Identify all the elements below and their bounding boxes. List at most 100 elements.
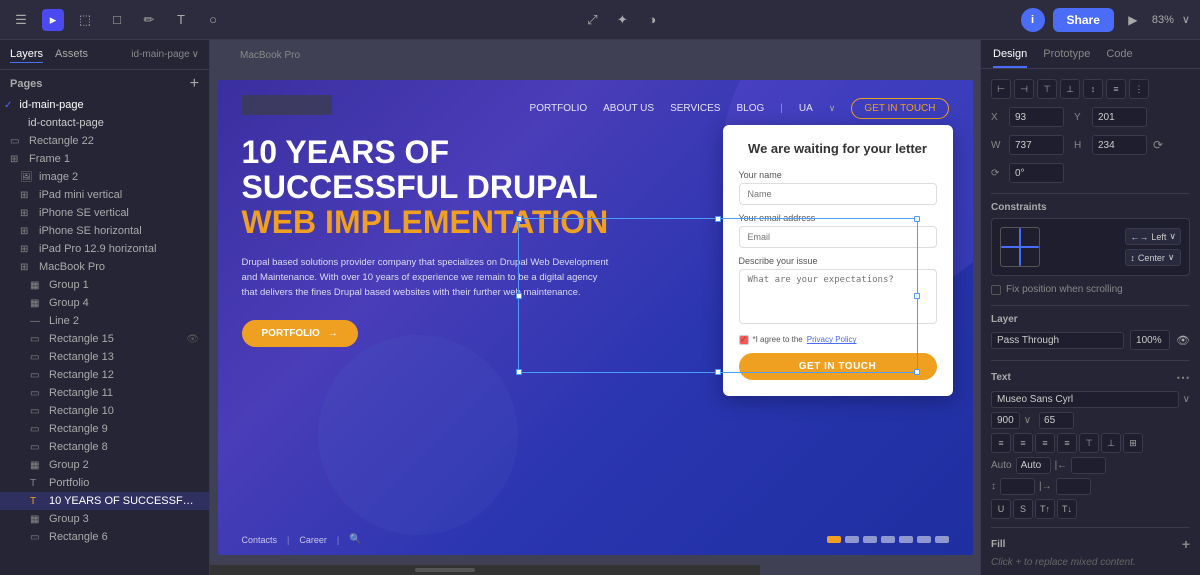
layer-ipad-pro[interactable]: ⊞iPad Pro 12.9 horizontal [0,240,209,258]
h-constraint[interactable]: ←→Left∨ [1125,228,1181,245]
y-input[interactable] [1092,107,1147,127]
visibility-toggle[interactable]: 👁 [1176,334,1190,347]
footer-contacts[interactable]: Contacts [242,535,278,545]
layer-rect10[interactable]: ▭Rectangle 10 [0,402,209,420]
add-fill-button[interactable]: + [1182,536,1190,552]
dot-3[interactable] [863,536,877,543]
add-page-button[interactable]: + [190,76,199,92]
v-constraint[interactable]: ↕Center∨ [1125,249,1181,266]
align-left[interactable]: ⊢ [991,79,1011,99]
nav-services[interactable]: SERVICES [670,103,720,114]
share-button[interactable]: Share [1053,8,1114,32]
layer-rect11[interactable]: ▭Rectangle 11 [0,384,209,402]
dot-1[interactable] [827,536,841,543]
line-height-input[interactable] [1016,457,1051,474]
layer-rect15[interactable]: ▭Rectangle 15 👁 [0,330,209,348]
nav-blog[interactable]: BLOG [736,103,764,114]
layer-iphone-se-v[interactable]: ⊞iPhone SE vertical [0,204,209,222]
text-align-left[interactable]: ≡ [991,433,1011,453]
para-spacing-input[interactable]: 0 [1000,478,1035,495]
text-align-right[interactable]: ≡ [1035,433,1055,453]
layer-macbook[interactable]: ⊞MacBook Pro [0,258,209,276]
dot-4[interactable] [881,536,895,543]
letter-spacing-input[interactable]: 0% [1071,457,1106,474]
text-valign-mid[interactable]: ⊥ [1101,433,1121,453]
resize-icon[interactable]: ⤢ [581,9,603,31]
align-right[interactable]: ⊤ [1037,79,1057,99]
dot-2[interactable] [845,536,859,543]
comment-tool[interactable]: ○ [202,9,224,31]
privacy-link[interactable]: Privacy Policy [807,335,857,344]
indent-input[interactable]: 0 [1056,478,1091,495]
align-distribute[interactable]: ⋮ [1129,79,1149,99]
nav-about[interactable]: ABOUT US [603,103,654,114]
agree-checkbox[interactable]: ✓ [739,335,749,345]
issue-textarea[interactable] [739,269,937,324]
fill-mixed-text[interactable]: Click + to replace mixed content. [991,557,1190,568]
star-icon[interactable]: ✦ [611,9,633,31]
rectangle-tool[interactable]: □ [106,9,128,31]
tab-code[interactable]: Code [1106,48,1132,68]
font-size-input[interactable] [1039,412,1074,429]
layer-group3[interactable]: ▦Group 3 [0,510,209,528]
text-subscript[interactable]: T↓ [1057,499,1077,519]
text-superscript[interactable]: T↑ [1035,499,1055,519]
nav-portfolio[interactable]: PORTFOLIO [530,103,588,114]
pen-tool[interactable]: ✏ [138,9,160,31]
nav-cta-button[interactable]: GET IN TOUCH [851,98,948,119]
text-align-justify[interactable]: ≡ [1057,433,1077,453]
cursor-tool[interactable]: ▸ [42,9,64,31]
layer-line2[interactable]: —Line 2 [0,312,209,330]
text-valign-top[interactable]: ⊤ [1079,433,1099,453]
menu-icon[interactable]: ☰ [10,9,32,31]
blend-mode-select[interactable]: Pass Through [991,332,1124,349]
layer-rectangle22[interactable]: ▭Rectangle 22 [0,132,209,150]
text-tool[interactable]: T [170,9,192,31]
text-options-icon[interactable]: ⋯ [1176,369,1190,386]
contrast-icon[interactable]: ◑ [641,9,663,31]
layer-hero-text[interactable]: T10 YEARS OF SUCCESSFUL DRUPAL WEB IMPL.… [0,492,209,510]
lock-ratio-icon[interactable]: ⟳ [1153,138,1163,152]
dot-6[interactable] [917,536,931,543]
w-input[interactable] [1009,135,1064,155]
tab-design[interactable]: Design [993,48,1027,68]
layer-group2[interactable]: ▦Group 2 [0,456,209,474]
layer-image2[interactable]: 🖼image 2 [0,168,209,186]
align-bottom[interactable]: ≡ [1106,79,1126,99]
layer-rect8[interactable]: ▭Rectangle 8 [0,438,209,456]
name-input[interactable] [739,183,937,205]
text-valign-bot[interactable]: ⊞ [1123,433,1143,453]
font-family-select[interactable]: Museo Sans Cyrl [991,391,1179,408]
layer-rect13[interactable]: ▭Rectangle 13 [0,348,209,366]
hero-cta-button[interactable]: PORTFOLIO → [242,320,358,347]
fix-position-checkbox[interactable] [991,285,1001,295]
text-underline[interactable]: U [991,499,1011,519]
rotation-input[interactable] [1009,163,1064,183]
layer-group1[interactable]: ▦Group 1 [0,276,209,294]
align-center-h[interactable]: ⊣ [1014,79,1034,99]
page-item-contact[interactable]: id-contact-page [0,114,209,132]
text-align-center[interactable]: ≡ [1013,433,1033,453]
page-item-main[interactable]: id-main-page [0,96,209,114]
align-top[interactable]: ⊥ [1060,79,1080,99]
dot-5[interactable] [899,536,913,543]
submit-button[interactable]: GET IN TOUCH [739,353,937,380]
layer-rect12[interactable]: ▭Rectangle 12 [0,366,209,384]
tab-assets[interactable]: Assets [55,46,88,63]
layer-iphone-se-h[interactable]: ⊞iPhone SE horizontal [0,222,209,240]
email-input[interactable] [739,226,937,248]
frame-tool[interactable]: ⬚ [74,9,96,31]
layer-frame1[interactable]: ⊞Frame 1 [0,150,209,168]
footer-career[interactable]: Career [299,535,327,545]
footer-search-icon[interactable]: 🔍 [349,534,361,545]
dot-7[interactable] [935,536,949,543]
font-weight-select[interactable]: 900 [991,412,1020,429]
layer-rect6[interactable]: ▭Rectangle 6 [0,528,209,546]
layer-group4[interactable]: ▦Group 4 [0,294,209,312]
align-center-v[interactable]: ↕ [1083,79,1103,99]
tab-prototype[interactable]: Prototype [1043,48,1090,68]
h-input[interactable] [1092,135,1147,155]
play-button[interactable]: ▶ [1122,9,1144,31]
nav-lang[interactable]: UA [799,103,813,114]
opacity-input[interactable] [1130,330,1170,350]
